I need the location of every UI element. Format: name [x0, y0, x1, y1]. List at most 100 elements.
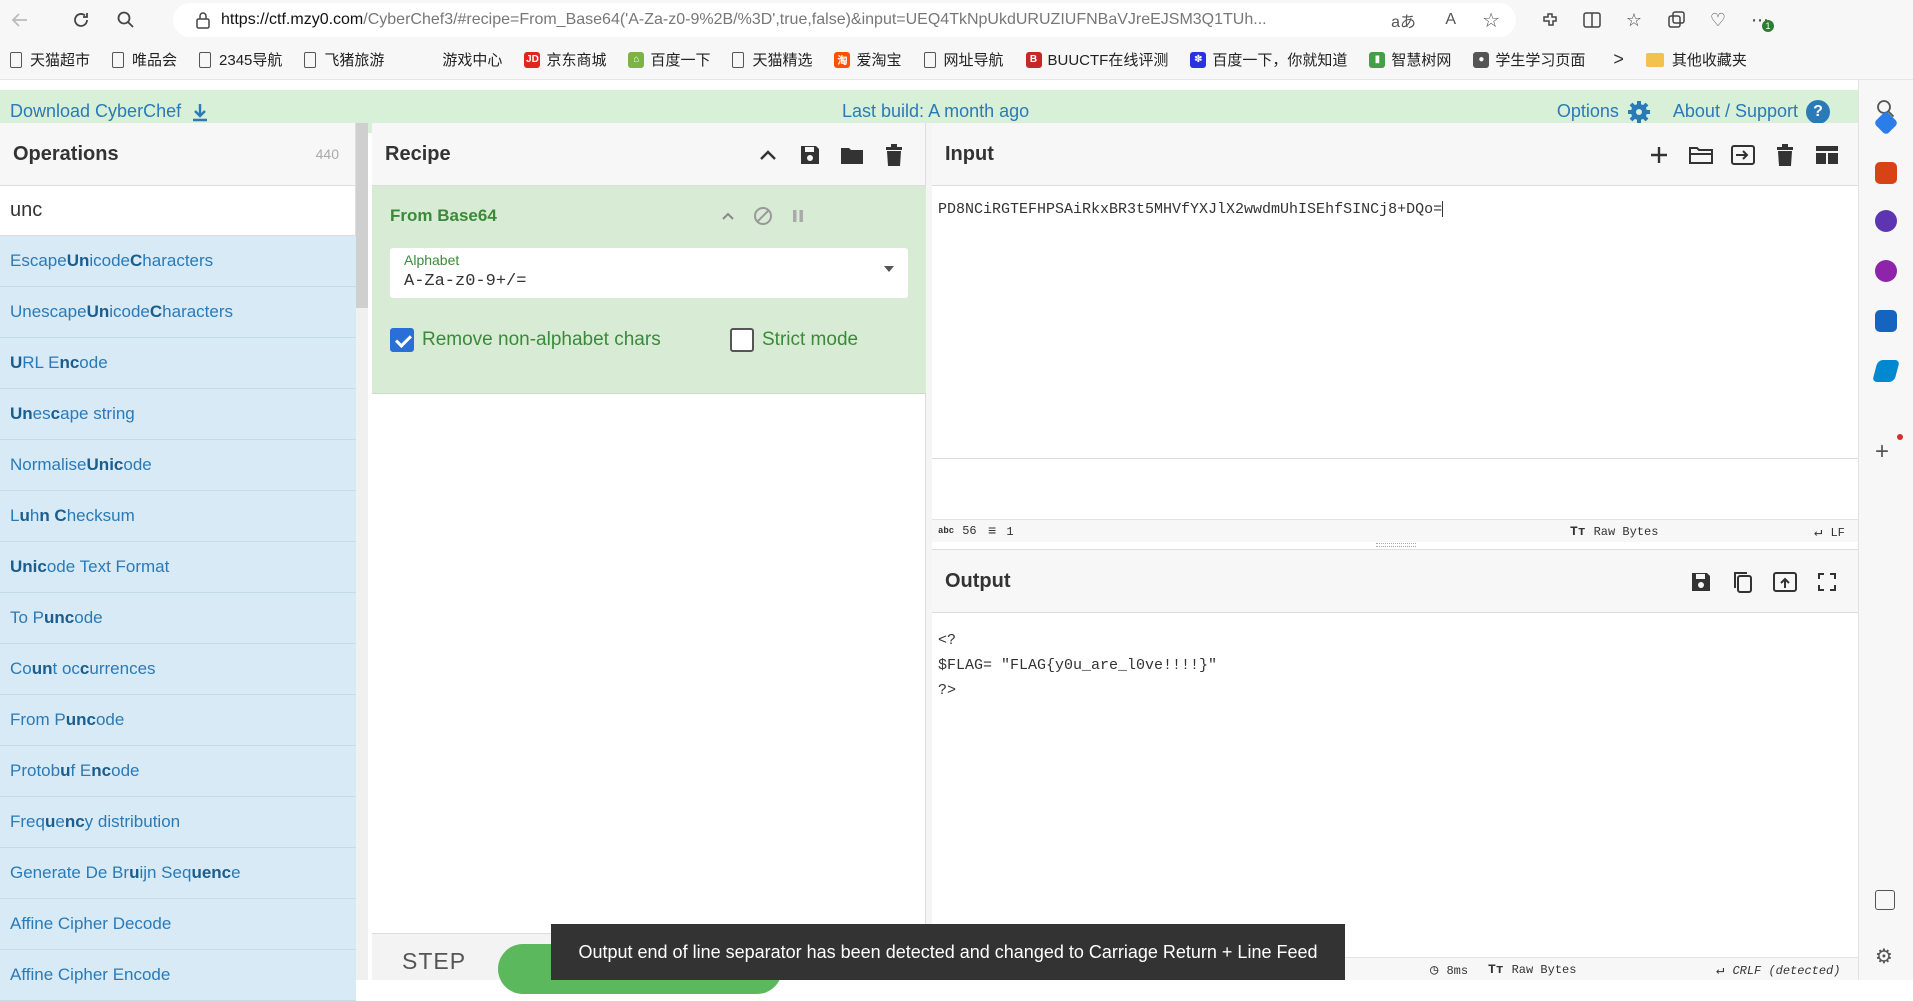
- operation-item[interactable]: Normalise Unic ode: [0, 440, 356, 491]
- bookmarks-more-icon[interactable]: >: [1613, 49, 1624, 70]
- remove-non-alphabet-checkbox[interactable]: Remove non-alphabet chars: [390, 328, 661, 352]
- eol-detected-toast[interactable]: Output end of line separator has been de…: [551, 924, 1345, 980]
- about-support-link[interactable]: About / Support: [1673, 101, 1798, 122]
- split-screen-icon[interactable]: [1572, 0, 1612, 40]
- op-pause-icon[interactable]: [786, 204, 810, 228]
- bookmark-item[interactable]: ● 学生学习页面: [1473, 49, 1585, 70]
- op-disable-icon[interactable]: [751, 204, 775, 228]
- favorite-star-icon[interactable]: ☆: [1482, 8, 1500, 33]
- maximize-output-icon[interactable]: [1806, 568, 1848, 596]
- operations-scrollbar[interactable]: [356, 123, 368, 980]
- clear-input-trash-icon[interactable]: [1764, 141, 1806, 169]
- gear-icon[interactable]: [1627, 100, 1651, 124]
- input-encoding[interactable]: Tт Raw Bytes: [1570, 524, 1658, 539]
- extensions-icon[interactable]: [1530, 0, 1570, 40]
- operation-item[interactable]: Un es c ape string: [0, 389, 356, 440]
- bookmark-item[interactable]: 天猫精选: [732, 49, 812, 70]
- bookmark-item[interactable]: B BUUCTF在线评测: [1025, 49, 1168, 70]
- favorites-icon[interactable]: ☆: [1614, 0, 1654, 40]
- operation-item[interactable]: Co un t oc c urrences: [0, 644, 356, 695]
- output-textarea[interactable]: <? $FLAG= "FLAG{y0u_are_l0ve!!!!}" ?>: [938, 628, 1217, 703]
- clear-recipe-trash-icon[interactable]: [873, 141, 915, 169]
- bookmark-item[interactable]: ⌂ 百度一下: [628, 49, 710, 70]
- strict-mode-checkbox[interactable]: Strict mode: [730, 328, 858, 352]
- add-tab-plus-icon[interactable]: [1638, 141, 1680, 169]
- bookmark-item[interactable]: 飞猪旅游: [304, 49, 384, 70]
- bookmark-item[interactable]: ▮ 智慧树网: [1369, 49, 1451, 70]
- operations-search-input[interactable]: [0, 199, 355, 222]
- output-encoding[interactable]: Tт Raw Bytes: [1488, 962, 1576, 977]
- read-aloud-icon[interactable]: A: [1445, 11, 1456, 29]
- lock-icon[interactable]: [195, 11, 211, 29]
- address-bar[interactable]: https://ctf.mzy0.com/CyberChef3/#recipe=…: [173, 3, 1516, 37]
- bookmark-item[interactable]: 游戏中心: [442, 49, 502, 70]
- bookmark-item[interactable]: ✽ 百度一下，你就知道: [1190, 49, 1347, 70]
- operation-item[interactable]: Generate De Br u ijn Seq uenc e: [0, 848, 356, 899]
- operation-label-part: ape string: [60, 404, 135, 423]
- other-favorites[interactable]: 其他收藏夹: [1645, 49, 1747, 70]
- recipe-operation-from-base64[interactable]: From Base64 Alphabet A-Za-z0-9+/= Remove…: [372, 186, 926, 394]
- bookmark-item[interactable]: 天猫超市: [10, 49, 90, 70]
- save-recipe-icon[interactable]: [789, 141, 831, 169]
- operation-label-part: h: [29, 506, 40, 525]
- op-collapse-chevron-icon[interactable]: [716, 204, 740, 228]
- checkbox-checked-icon[interactable]: [390, 328, 414, 352]
- download-cyberchef-link[interactable]: Download CyberChef: [10, 101, 209, 122]
- operation-item[interactable]: Protob u f Enc ode: [0, 746, 356, 797]
- bookmark-item[interactable]: JD 京东商城: [524, 49, 606, 70]
- bookmark-item[interactable]: 网址导航: [923, 49, 1004, 70]
- operation-item[interactable]: U RL Enc ode: [0, 338, 356, 389]
- checkbox-unchecked-icon[interactable]: [730, 328, 754, 352]
- settings-gear-icon[interactable]: ⚙: [1875, 944, 1893, 969]
- bookmark-label: 学生学习页面: [1495, 52, 1586, 69]
- toolbox-icon[interactable]: [1875, 162, 1897, 184]
- operation-item[interactable]: Escape Un icode Characters: [0, 236, 356, 287]
- collapse-chevron-up-icon[interactable]: [747, 141, 789, 169]
- send-icon[interactable]: [1872, 360, 1900, 382]
- collections-icon[interactable]: [1656, 0, 1696, 40]
- copilot-icon[interactable]: [1875, 260, 1897, 282]
- bookmark-item[interactable]: 唯品会: [112, 49, 177, 70]
- help-icon[interactable]: ?: [1806, 99, 1830, 124]
- outlook-icon[interactable]: [1875, 310, 1897, 332]
- more-menu-icon[interactable]: ⋯ 1: [1740, 0, 1780, 40]
- alphabet-select[interactable]: Alphabet A-Za-z0-9+/=: [390, 248, 908, 298]
- operation-item[interactable]: Affine Cipher Decode: [0, 899, 356, 950]
- input-eol[interactable]: ↵ LF: [1814, 524, 1845, 541]
- operation-item[interactable]: To Punc ode: [0, 593, 356, 644]
- replace-input-icon[interactable]: [1764, 568, 1806, 596]
- bookmark-item[interactable]: 淘爱淘宝: [834, 49, 902, 70]
- reset-layout-icon[interactable]: [1806, 141, 1848, 169]
- step-button[interactable]: STEP: [402, 948, 466, 975]
- edge-sidebar: + ⚙: [1858, 80, 1913, 980]
- back-icon[interactable]: [0, 0, 40, 40]
- open-folder-icon[interactable]: [1680, 141, 1722, 169]
- bookmark-item[interactable]: 2345导航: [199, 49, 282, 70]
- add-icon[interactable]: +: [1875, 438, 1889, 466]
- save-output-icon[interactable]: [1680, 568, 1722, 596]
- search-icon[interactable]: [106, 0, 146, 40]
- refresh-icon[interactable]: [61, 0, 101, 40]
- io-resize-handle[interactable]: [1376, 543, 1416, 547]
- operation-item[interactable]: From Punc ode: [0, 695, 356, 746]
- scrollbar-thumb[interactable]: [356, 123, 368, 308]
- operation-item[interactable]: Luhn Checksum: [0, 491, 356, 542]
- translate-icon[interactable]: aあ: [1391, 8, 1416, 32]
- input-textarea[interactable]: PD8NCiRGTEFHPSAiRkxBR3t5MHVfYXJlX2wwdmUh…: [938, 201, 1444, 218]
- operation-item[interactable]: Freq u e nc y distribution: [0, 797, 356, 848]
- options-link[interactable]: Options: [1557, 101, 1619, 122]
- operation-item[interactable]: Unic ode Text Format: [0, 542, 356, 593]
- copy-output-icon[interactable]: [1722, 568, 1764, 596]
- bookmark-label: 爱淘宝: [856, 52, 902, 69]
- screenshot-icon[interactable]: [1875, 890, 1895, 910]
- output-eol[interactable]: ↵ CRLF (detected): [1716, 962, 1840, 979]
- open-file-input-icon[interactable]: [1722, 141, 1764, 169]
- operation-label-part: ode: [95, 710, 125, 729]
- chevron-down-icon[interactable]: [884, 266, 894, 272]
- chess-icon[interactable]: [1875, 210, 1897, 232]
- operation-item[interactable]: Unescape Un icode Characters: [0, 287, 356, 338]
- operation-item[interactable]: Affine Cipher Encode: [0, 950, 356, 1001]
- performance-heart-icon[interactable]: ♡: [1698, 0, 1738, 40]
- input-lines-stat: ≡ 1: [988, 524, 1014, 540]
- load-recipe-folder-icon[interactable]: [831, 141, 873, 169]
